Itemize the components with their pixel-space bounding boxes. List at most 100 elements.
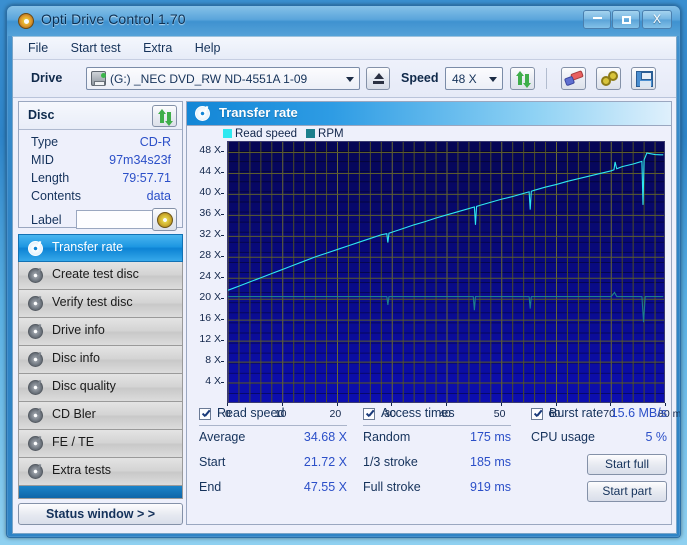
stats-burst-rate-column: Burst rate 15.6 MB/s CPU usage 5 % Start…: [531, 406, 667, 502]
toolbar: Drive (G:) _NEC DVD_RW ND-4551A 1-09 Spe…: [13, 60, 676, 98]
y-tick-mark: [221, 256, 224, 258]
menu-extra[interactable]: Extra: [134, 37, 181, 58]
status-window-button[interactable]: Status window > >: [18, 503, 183, 525]
stat-row-random: Random 175 ms: [363, 426, 523, 451]
disc-icon: [28, 268, 43, 283]
content-title: Transfer rate: [219, 105, 298, 120]
drive-label: Drive: [31, 71, 63, 85]
save-button[interactable]: [631, 67, 656, 90]
disc-icon: [28, 408, 43, 423]
speed-select[interactable]: 48 X: [445, 67, 503, 90]
disc-icon: [28, 464, 43, 479]
refresh-icon: [515, 71, 532, 88]
y-tick-label: 44 X: [199, 165, 221, 178]
y-tick-mark: [221, 193, 224, 195]
y-tick-label: 8 X: [205, 354, 221, 367]
y-tick-label: 28 X: [199, 249, 221, 262]
y-tick-mark: [221, 298, 224, 300]
disc-row-contents: Contents data: [19, 188, 182, 206]
sidebar-item-extra-tests[interactable]: Extra tests: [18, 458, 183, 486]
burst-rate-header: Burst rate 15.6 MB/s: [531, 406, 667, 426]
y-tick-mark: [221, 277, 224, 279]
sidebar-spacer: [18, 486, 183, 499]
disc-contents-value: data: [146, 189, 171, 203]
eject-button[interactable]: [366, 67, 390, 90]
sidebar-item-create-test-disc[interactable]: Create test disc: [18, 262, 183, 290]
sidebar-item-label: Disc quality: [52, 379, 116, 393]
stat-row-one-third-stroke: 1/3 stroke 185 ms: [363, 451, 523, 476]
close-button[interactable]: X: [642, 10, 672, 29]
stat-row-full-stroke: Full stroke 919 ms: [363, 476, 523, 501]
disc-type-value: CD-R: [139, 135, 171, 149]
chart-y-axis: 4 X 8 X 12 X 16 X 20 X 24 X 28 X 32 X 36 X 40 X 44…: [191, 141, 224, 403]
maximize-icon: [621, 15, 631, 24]
menu-start-test[interactable]: Start test: [62, 37, 130, 58]
start-part-button[interactable]: Start part: [587, 481, 667, 502]
sidebar-item-fe-te[interactable]: FE / TE: [18, 430, 183, 458]
speed-label: Speed: [401, 71, 439, 85]
sidebar-item-disc-quality[interactable]: Disc quality: [18, 374, 183, 402]
disc-icon: [28, 436, 43, 451]
drive-select[interactable]: (G:) _NEC DVD_RW ND-4551A 1-09: [86, 67, 360, 90]
app-disc-icon: [18, 13, 34, 29]
floppy-save-icon: [636, 71, 653, 87]
refresh-icon: [157, 109, 174, 126]
access-times-checkbox[interactable]: [363, 408, 375, 420]
menu-help[interactable]: Help: [186, 37, 230, 58]
erase-button[interactable]: [561, 67, 586, 90]
minimize-icon: [592, 17, 602, 20]
chart-legend: Read speed RPM: [223, 128, 353, 140]
stat-value: 919 ms: [470, 480, 511, 494]
sidebar-item-cd-bler[interactable]: CD Bler: [18, 402, 183, 430]
maximize-button[interactable]: [612, 10, 640, 29]
stat-label: CPU usage: [531, 430, 595, 444]
speed-select-value: 48 X: [452, 72, 477, 86]
stat-label: Full stroke: [363, 480, 421, 494]
refresh-button[interactable]: [510, 67, 535, 90]
sidebar-item-label: Disc info: [52, 351, 100, 365]
disc-icon: [28, 241, 43, 256]
disc-label-browse-button[interactable]: [152, 208, 177, 231]
sidebar-item-label: Extra tests: [52, 463, 112, 477]
content-panel: Transfer rate Read speed RPM 4 X 8 X 12 X 16…: [186, 101, 680, 525]
stat-value: 34.68 X: [303, 430, 347, 444]
stat-label: Average: [199, 430, 246, 444]
start-full-button[interactable]: Start full: [587, 454, 667, 475]
sidebar-item-drive-info[interactable]: Drive info: [18, 318, 183, 346]
disc-icon: [28, 296, 43, 311]
stat-row-average: Average 34.68 X: [199, 426, 359, 451]
read-speed-header: Read speed: [199, 406, 359, 426]
drive-icon: [91, 71, 106, 86]
burst-rate-title: Burst rate: [549, 406, 604, 420]
sidebar-item-verify-test-disc[interactable]: Verify test disc: [18, 290, 183, 318]
minimize-button[interactable]: [583, 10, 611, 29]
disc-contents-label: Contents: [31, 189, 82, 203]
menu-bar: File Start test Extra Help: [13, 37, 676, 60]
left-panel: Disc Type CD-R MID 97m34s23f Length 79:5…: [18, 101, 183, 525]
access-times-title: Access times: [381, 406, 455, 420]
eject-icon-bar: [373, 81, 384, 84]
y-tick-mark: [221, 214, 224, 216]
disc-refresh-button[interactable]: [152, 105, 177, 127]
stat-label: Random: [363, 430, 411, 444]
y-tick-mark: [221, 340, 224, 342]
sidebar-item-label: FE / TE: [52, 435, 95, 449]
stat-row-end: End 47.55 X: [199, 476, 359, 501]
burst-rate-checkbox[interactable]: [531, 408, 543, 420]
y-tick-label: 48 X: [199, 144, 221, 157]
disc-mid-value: 97m34s23f: [109, 153, 171, 167]
legend-swatch-read-speed: [223, 129, 232, 138]
y-tick-label: 20 X: [199, 291, 221, 304]
chevron-down-icon: [346, 77, 354, 82]
disc-mid-label: MID: [31, 153, 54, 167]
y-tick-mark: [221, 235, 224, 237]
menu-file[interactable]: File: [19, 37, 57, 58]
disc-label-input[interactable]: [76, 210, 155, 229]
settings-button[interactable]: [596, 67, 621, 90]
stat-value: 185 ms: [470, 455, 511, 469]
sidebar-item-transfer-rate[interactable]: Transfer rate: [18, 234, 183, 262]
sidebar-item-disc-info[interactable]: Disc info: [18, 346, 183, 374]
read-speed-checkbox[interactable]: [199, 408, 211, 420]
disc-label-row: Label: [19, 208, 182, 234]
legend-label-rpm: RPM: [318, 128, 344, 140]
